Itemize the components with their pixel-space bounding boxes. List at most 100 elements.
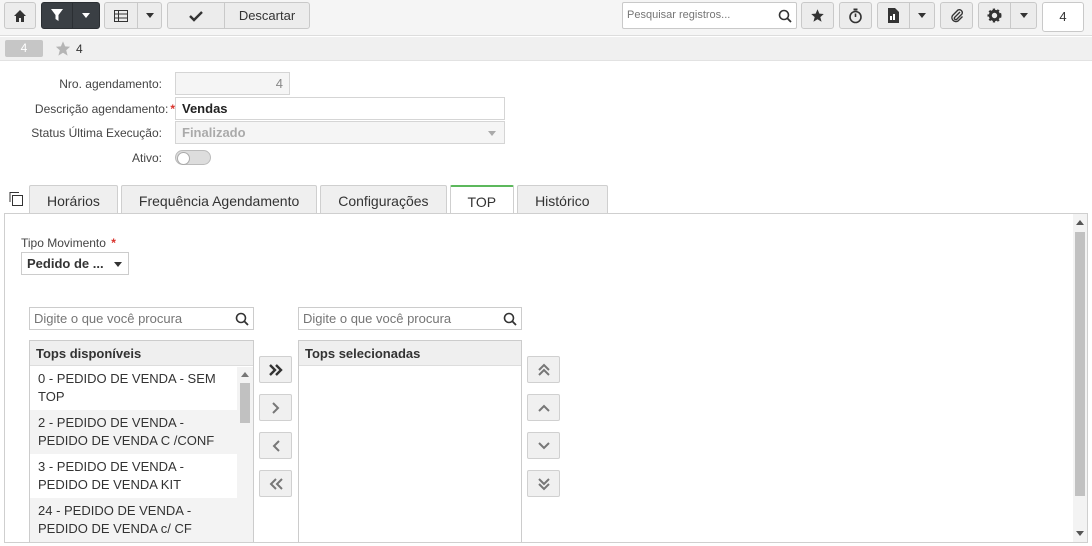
grid-view-button[interactable] — [104, 2, 138, 29]
settings-button[interactable] — [978, 2, 1011, 29]
chevron-down-icon — [537, 441, 550, 449]
star-icon — [55, 41, 71, 56]
search-icon[interactable] — [778, 9, 792, 23]
move-right-button[interactable] — [259, 394, 292, 421]
scroll-up-icon[interactable] — [1076, 220, 1084, 225]
check-icon — [189, 10, 203, 22]
status-label: Status Última Execução: — [31, 126, 162, 140]
list-item-line: PEDIDO DE VENDA KIT — [38, 477, 182, 492]
chevron-down-icon — [145, 13, 154, 18]
list-item-line: 0 - PEDIDO DE VENDA - SEM — [38, 371, 216, 386]
list-item[interactable]: 3 - PEDIDO DE VENDA - PEDIDO DE VENDA KIT — [30, 454, 238, 498]
list-item[interactable]: 0 - PEDIDO DE VENDA - SEM TOP — [30, 366, 238, 410]
search-icon[interactable] — [235, 312, 249, 326]
filter-button[interactable] — [41, 2, 73, 29]
available-search-input[interactable] — [30, 308, 220, 329]
save-button[interactable] — [167, 2, 225, 29]
chevron-down-icon — [488, 131, 496, 136]
tab-bar: Horários Frequência Agendamento Configur… — [29, 185, 608, 215]
favorite-button[interactable] — [801, 2, 834, 29]
search-records[interactable] — [622, 2, 797, 29]
attachments-button[interactable] — [940, 2, 973, 29]
move-to-top-button[interactable] — [527, 356, 560, 383]
grid-view-dropdown-button[interactable] — [137, 2, 162, 29]
record-count[interactable]: 4 — [1042, 2, 1084, 32]
tab-horarios[interactable]: Horários — [29, 185, 118, 214]
scroll-down-icon[interactable] — [1076, 531, 1084, 536]
selected-search[interactable] — [298, 307, 522, 330]
list-item[interactable]: 2 - PEDIDO DE VENDA - PEDIDO DE VENDA C /… — [30, 410, 238, 454]
scrollbar-thumb[interactable] — [240, 383, 250, 423]
available-items: 0 - PEDIDO DE VENDA - SEM TOP 2 - PEDIDO … — [30, 366, 238, 542]
scrollbar-thumb[interactable] — [1075, 232, 1085, 496]
available-list-scrollbar[interactable] — [237, 367, 253, 542]
move-all-left-button[interactable] — [259, 470, 292, 497]
chevron-up-icon — [537, 404, 550, 412]
list-item-line: TOP — [38, 389, 65, 404]
chevron-down-icon — [1019, 13, 1028, 18]
nro-label: Nro. agendamento: — [59, 77, 162, 91]
move-down-button[interactable] — [527, 432, 560, 459]
available-tops-header: Tops disponíveis — [30, 341, 253, 366]
reports-dropdown-button[interactable] — [909, 2, 935, 29]
tab-frequencia-agendamento[interactable]: Frequência Agendamento — [120, 185, 318, 214]
selected-tops-list: Tops selecionadas — [298, 340, 522, 542]
list-item-line: PEDIDO DE VENDA c/ CF — [38, 521, 192, 536]
double-chevron-down-icon — [537, 477, 550, 490]
move-left-button[interactable] — [259, 432, 292, 459]
chevron-down-icon — [918, 13, 926, 18]
double-chevron-right-icon — [268, 363, 283, 376]
available-tops-list: Tops disponíveis 0 - PEDIDO DE VENDA - S… — [29, 340, 254, 542]
tab-configuracoes[interactable]: Configurações — [320, 185, 447, 214]
grid-icon — [114, 9, 128, 22]
settings-dropdown-button[interactable] — [1010, 2, 1037, 29]
list-item-line: 3 - PEDIDO DE VENDA - — [38, 459, 184, 474]
move-to-bottom-button[interactable] — [527, 470, 560, 497]
paperclip-icon — [950, 9, 963, 23]
filter-dropdown-button[interactable] — [72, 2, 100, 29]
chevron-down-icon — [82, 13, 90, 18]
stopwatch-icon — [849, 8, 862, 23]
copy-icon[interactable] — [8, 191, 24, 207]
tipo-movimento-select[interactable]: Pedido de ... — [21, 252, 129, 275]
double-chevron-up-icon — [537, 363, 550, 376]
home-button[interactable] — [4, 2, 36, 29]
chevron-down-icon — [114, 262, 122, 267]
tab-top[interactable]: TOP — [449, 185, 515, 215]
filter-icon — [51, 9, 63, 21]
report-icon — [888, 8, 899, 23]
record-badge[interactable]: 4 — [5, 40, 43, 57]
timer-button[interactable] — [839, 2, 872, 29]
descricao-label-text: Descrição agendamento: — [34, 102, 169, 116]
list-item-line: PEDIDO DE VENDA C /CONF — [38, 433, 215, 448]
favorites-count-value: 4 — [76, 41, 83, 56]
search-icon[interactable] — [503, 312, 517, 326]
search-input[interactable] — [623, 3, 773, 27]
required-marker: * — [111, 236, 116, 250]
main-toolbar: Descartar 4 — [0, 0, 1092, 36]
available-search[interactable] — [29, 307, 254, 330]
list-item[interactable]: 24 - PEDIDO DE VENDA - PEDIDO DE VENDA c/… — [30, 498, 238, 542]
star-icon — [811, 9, 824, 22]
panel-scrollbar[interactable] — [1073, 214, 1087, 542]
ativo-toggle[interactable] — [175, 150, 211, 165]
move-up-button[interactable] — [527, 394, 560, 421]
status-value: Finalizado — [182, 125, 246, 140]
tab-historico[interactable]: Histórico — [517, 185, 608, 214]
descricao-label: Descrição agendamento: * — [35, 102, 175, 116]
selected-tops-header: Tops selecionadas — [299, 341, 521, 366]
discard-button[interactable]: Descartar — [224, 2, 310, 29]
selected-search-input[interactable] — [299, 308, 489, 329]
scroll-up-icon[interactable] — [241, 372, 249, 377]
reports-button[interactable] — [877, 2, 910, 29]
home-icon — [14, 9, 26, 22]
list-item-line: 2 - PEDIDO DE VENDA - — [38, 415, 184, 430]
list-item-line: 24 - PEDIDO DE VENDA - — [38, 503, 192, 518]
tipo-movimento-value: Pedido de ... — [27, 256, 104, 271]
move-all-right-button[interactable] — [259, 356, 292, 383]
favorites-count[interactable]: 4 — [54, 40, 83, 57]
top-tab-panel: Tipo Movimento * Pedido de ... Tops disp… — [4, 213, 1088, 543]
descricao-field[interactable]: Vendas — [175, 97, 505, 120]
tipo-movimento-label: Tipo Movimento * — [21, 236, 116, 250]
tipo-movimento-label-text: Tipo Movimento — [21, 236, 106, 250]
